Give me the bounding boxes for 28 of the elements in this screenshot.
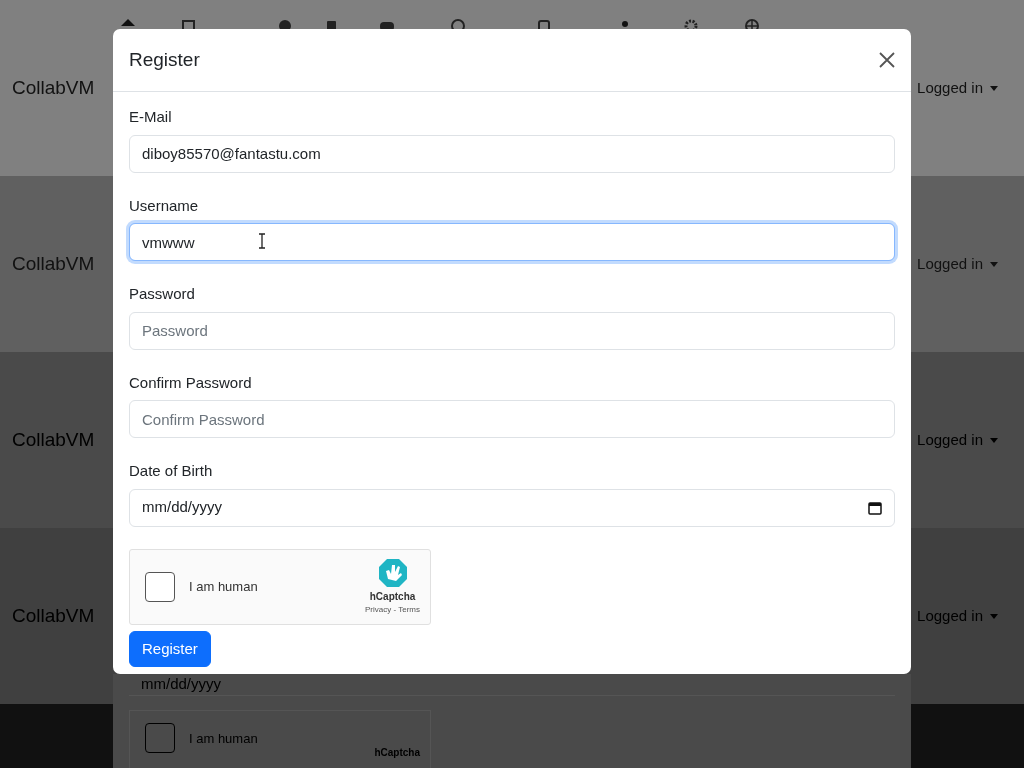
captcha-label: I am human [189,730,259,748]
brand-link[interactable]: CollabVM [12,425,95,455]
register-button[interactable]: Register [129,630,211,667]
input-field[interactable]: Confirm Password [129,400,895,438]
hand-logo-icon [376,557,409,589]
field-label: Password [129,284,196,304]
dialog-title: Register [129,48,200,72]
captcha-checkbox[interactable] [145,571,175,602]
field-label: E-Mail [129,107,173,127]
captcha-brand: hCaptcha [369,590,416,604]
brand-link[interactable]: CollabVM [12,249,95,279]
date-field[interactable]: mm/dd/yyyy [129,488,895,527]
user-menu[interactable]: Logged in [917,428,998,452]
captcha-label: I am human [189,577,259,596]
field-label: Date of Birth [129,461,214,481]
field-label: Username [129,195,200,216]
brand-link[interactable]: CollabVM [12,73,95,103]
captcha-links[interactable]: Privacy - Terms [365,604,420,616]
input-field[interactable]: Password [129,311,895,350]
text-cursor-icon [258,233,266,249]
input-field[interactable]: vmwww [129,223,895,261]
checkbox-outline [145,723,175,753]
input-field[interactable]: diboy85570@fantastu.com [129,134,895,173]
calendar-icon[interactable] [868,500,882,515]
field-label: Confirm Password [129,372,253,393]
user-menu[interactable]: Logged in [917,76,998,100]
captcha-brand: hCaptcha [374,746,420,760]
user-menu[interactable]: Logged in [917,252,998,276]
